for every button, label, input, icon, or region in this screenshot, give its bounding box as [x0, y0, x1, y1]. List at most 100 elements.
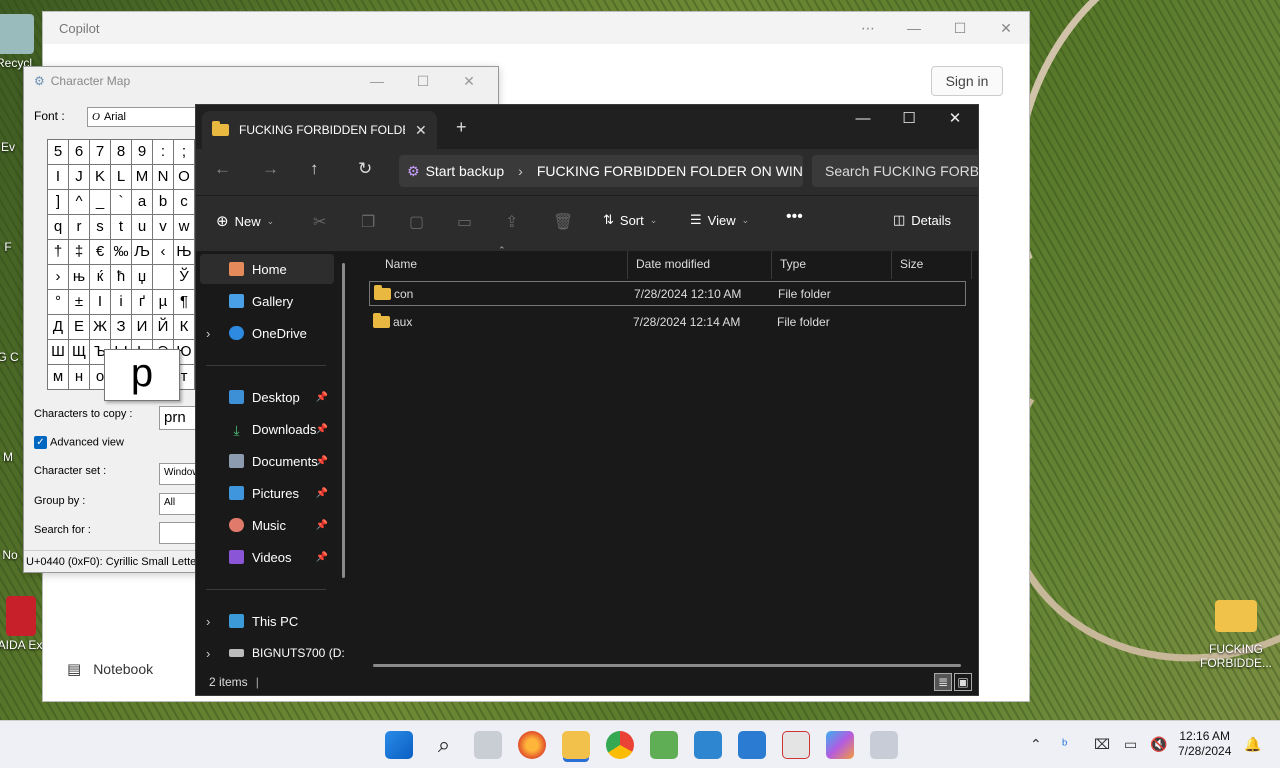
notepadpp-icon[interactable] — [650, 731, 678, 759]
character-cell[interactable]: r — [69, 215, 90, 240]
character-cell[interactable]: џ — [132, 265, 153, 290]
character-cell[interactable]: M — [132, 165, 153, 190]
character-cell[interactable]: _ — [90, 190, 111, 215]
character-cell[interactable]: w — [174, 215, 195, 240]
character-cell[interactable]: 9 — [132, 140, 153, 165]
character-cell[interactable]: 8 — [111, 140, 132, 165]
nav-gallery[interactable]: Gallery — [200, 286, 334, 316]
copy-icon[interactable]: ❐ — [361, 212, 375, 232]
character-cell[interactable]: м — [48, 365, 69, 390]
forward-arrow-icon[interactable]: → — [262, 159, 279, 179]
character-cell[interactable]: К — [174, 315, 195, 340]
character-cell[interactable]: ^ — [69, 190, 90, 215]
chevron-right-icon[interactable]: › — [206, 326, 210, 341]
character-cell[interactable]: і — [111, 290, 132, 315]
notebook-button[interactable]: ▤ Notebook — [67, 660, 153, 678]
tab-forbidden-folder[interactable]: FUCKING FORBIDDEN FOLDER ON WIN ✕ — [202, 111, 437, 149]
character-cell[interactable]: Ш — [48, 340, 69, 365]
character-cell[interactable]: ; — [174, 140, 195, 165]
breadcrumb[interactable]: ⚙ Start backup › FUCKING FORBIDDEN FOLDE… — [399, 155, 803, 187]
minimize-button[interactable]: — — [354, 67, 400, 95]
chevron-up-icon[interactable]: ⌃ — [1030, 736, 1042, 753]
column-header-date[interactable]: Date modified — [628, 251, 772, 279]
table-row[interactable]: con 7/28/2024 12:10 AM File folder — [369, 281, 966, 306]
chrome-icon[interactable] — [606, 731, 634, 759]
groupby-select[interactable]: All — [159, 493, 199, 515]
cut-icon[interactable]: ✂ — [313, 212, 326, 232]
character-cell[interactable]: ќ — [90, 265, 111, 290]
clock[interactable]: 12:16 AM 7/28/2024 — [1178, 729, 1231, 759]
character-cell[interactable]: : — [153, 140, 174, 165]
delete-icon[interactable]: 🗑 — [553, 212, 573, 232]
character-cell[interactable]: ґ — [132, 290, 153, 315]
advanced-view-checkbox[interactable]: ✓ Advanced view — [34, 436, 124, 449]
font-select[interactable]: O Arial — [87, 107, 207, 127]
character-cell[interactable]: З — [111, 315, 132, 340]
character-cell[interactable]: И — [132, 315, 153, 340]
character-cell[interactable]: a — [132, 190, 153, 215]
character-cell[interactable]: ± — [69, 290, 90, 315]
character-cell[interactable]: J — [69, 165, 90, 190]
sort-button[interactable]: ⇅ Sort ⌄ — [603, 212, 657, 228]
nav-desktop[interactable]: Desktop 📌 — [200, 382, 334, 412]
character-cell[interactable]: q — [48, 215, 69, 240]
nav-this-pc[interactable]: › This PC — [200, 606, 334, 636]
character-cell[interactable]: ` — [111, 190, 132, 215]
view-button[interactable]: ☰ View ⌄ — [690, 212, 749, 228]
nav-pictures[interactable]: Pictures 📌 — [200, 478, 334, 508]
bing-icon[interactable]: ᵇ — [1062, 736, 1067, 752]
file-explorer-taskbar-icon[interactable] — [562, 731, 590, 759]
character-cell[interactable]: t — [111, 215, 132, 240]
notifications-icon[interactable]: 🔔 — [1244, 736, 1261, 753]
close-button[interactable]: ✕ — [983, 12, 1029, 44]
new-button[interactable]: ⊕ New ⌄ — [216, 212, 274, 230]
details-button[interactable]: ◫ Details — [893, 212, 951, 228]
firefox-icon[interactable] — [518, 731, 546, 759]
rename-icon[interactable]: ▭ — [457, 212, 472, 232]
character-cell[interactable]: s — [90, 215, 111, 240]
column-header-size[interactable]: Size — [892, 251, 972, 279]
character-cell[interactable]: µ — [153, 290, 174, 315]
character-cell[interactable]: ћ — [111, 265, 132, 290]
character-cell[interactable]: І — [90, 290, 111, 315]
character-cell[interactable]: € — [90, 240, 111, 265]
close-button[interactable]: ✕ — [446, 67, 492, 95]
refresh-icon[interactable]: ↻ — [358, 159, 372, 179]
character-cell[interactable]: Й — [153, 315, 174, 340]
nav-onedrive[interactable]: › OneDrive — [200, 318, 334, 348]
sign-in-button[interactable]: Sign in — [931, 66, 1003, 96]
back-arrow-icon[interactable]: ← — [214, 159, 231, 179]
search-icon[interactable]: ⌕ — [430, 731, 458, 759]
character-cell[interactable]: Е — [69, 315, 90, 340]
share-icon[interactable]: ⇪ — [505, 212, 518, 232]
nav-videos[interactable]: Videos 📌 — [200, 542, 334, 572]
search-input[interactable]: Search FUCKING FORBIDDEN — [812, 155, 978, 187]
volume-icon[interactable]: 🔇 — [1150, 736, 1167, 753]
character-cell[interactable]: I — [48, 165, 69, 190]
character-cell[interactable]: † — [48, 240, 69, 265]
notepad-icon[interactable] — [694, 731, 722, 759]
character-cell[interactable]: н — [69, 365, 90, 390]
details-view-icon[interactable]: ≣ — [934, 673, 952, 691]
character-cell[interactable]: ° — [48, 290, 69, 315]
character-cell[interactable]: K — [90, 165, 111, 190]
desktop-icon-forbidden-folder[interactable]: FUCKING FORBIDDE... — [1200, 600, 1272, 670]
up-arrow-icon[interactable]: ↑ — [310, 159, 319, 179]
nav-scrollbar[interactable] — [342, 263, 345, 578]
more-options-icon[interactable]: ••• — [786, 208, 803, 226]
character-cell[interactable]: Ў — [174, 265, 195, 290]
character-cell[interactable]: ¶ — [174, 290, 195, 315]
character-cell[interactable]: N — [153, 165, 174, 190]
character-cell[interactable]: › — [48, 265, 69, 290]
nav-home[interactable]: Home — [200, 254, 334, 284]
snipping-tool-icon[interactable] — [782, 731, 810, 759]
close-tab-icon[interactable]: ✕ — [415, 122, 427, 139]
character-cell[interactable]: Њ — [174, 240, 195, 265]
character-cell[interactable]: ‡ — [69, 240, 90, 265]
breadcrumb-start-backup[interactable]: Start backup — [426, 163, 505, 179]
maximize-button[interactable]: ☐ — [937, 12, 983, 44]
character-cell[interactable]: њ — [69, 265, 90, 290]
column-header-type[interactable]: Type — [772, 251, 892, 279]
chevron-right-icon[interactable]: › — [206, 646, 210, 661]
character-cell[interactable]: Д — [48, 315, 69, 340]
